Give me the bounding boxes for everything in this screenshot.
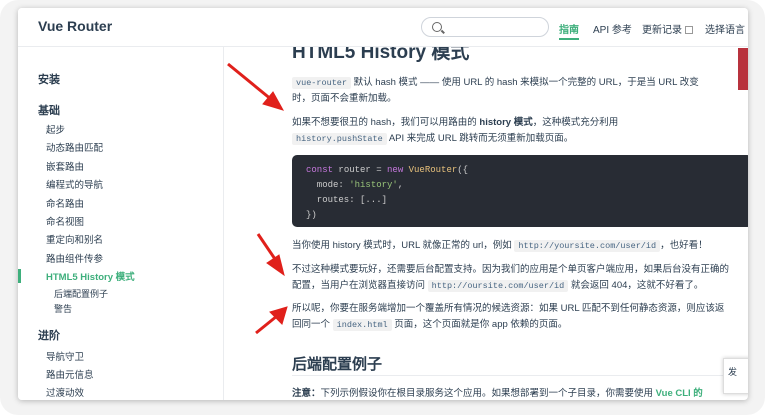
ad-banner[interactable] [738, 48, 748, 90]
heading-divider [292, 375, 748, 376]
sidebar-item[interactable]: 起步 [46, 122, 65, 136]
paragraph-3: 当你使用 history 模式时，URL 就像正常的 url，例如 http:/… [292, 238, 732, 254]
text: 回同一个 [292, 319, 333, 330]
sidebar-item[interactable]: 重定向和别名 [46, 232, 103, 246]
inline-code: http://yoursite.com/user/id [514, 240, 661, 252]
sidebar-item[interactable]: 路由元信息 [46, 367, 94, 381]
inline-code: vue-router [292, 77, 352, 89]
main-content: HTML5 History 模式 vue-router 默认 hash 模式 —… [224, 47, 748, 400]
sidebar-item[interactable]: 路由组件传参 [46, 251, 103, 265]
sidebar-active-indicator [18, 269, 21, 283]
code-line: mode: 'history', [306, 178, 738, 193]
section-heading: 后端配置例子 [292, 356, 383, 373]
sidebar: 安装 基础 起步 动态路由匹配 嵌套路由 编程式的导航 命名路由 命名视图 重定… [18, 47, 224, 400]
paragraph-4: 不过这种模式要玩好，还需要后台配置支持。因为我们的应用是个单页客户端应用，如果后… [292, 262, 732, 294]
sidebar-subitem[interactable]: 后端配置例子 [54, 287, 108, 300]
code-text: mode: [306, 180, 350, 190]
paragraph-5: 所以呢，你要在服务端增加一个覆盖所有情况的候选资源：如果 URL 匹配不到任何静… [292, 301, 732, 333]
sidebar-group-advanced[interactable]: 进阶 [38, 327, 60, 343]
sidebar-item[interactable]: 编程式的导航 [46, 177, 103, 191]
text: API 来完成 URL 跳转而无须重新加载页面。 [386, 133, 574, 144]
nav-changelog-label: 更新记录 [642, 25, 682, 36]
nav-changelog[interactable]: 更新记录 [642, 21, 693, 36]
sidebar-item[interactable]: 嵌套路由 [46, 159, 84, 173]
text: 配置，当用户在浏览器直接访问 [292, 280, 428, 291]
code-keyword: new [387, 165, 404, 175]
code-line: }) [306, 210, 317, 220]
code-text: router = [333, 165, 388, 175]
bold-text: 注意： [292, 388, 321, 399]
nav-language[interactable]: 选择语言 [705, 21, 745, 36]
text: ，这种模式充分利用 [532, 117, 619, 128]
code-line: const router = new VueRouter({ [306, 163, 738, 178]
paragraph-2: 如果不想要很丑的 hash，我们可以用路由的 history 模式，这种模式充分… [292, 115, 732, 147]
sidebar-item[interactable]: 过渡动效 [46, 385, 84, 399]
note-paragraph: 注意：下列示例假设你在根目录服务这个应用。如果想部署到一个子目录，你需要使用 V… [292, 386, 732, 400]
sidebar-item[interactable]: 动态路由匹配 [46, 140, 103, 154]
sidebar-item[interactable]: 命名路由 [46, 196, 84, 210]
bold-text: history 模式 [479, 117, 533, 128]
code-line: routes: [...] [306, 195, 388, 205]
sidebar-item-html5-history[interactable]: HTML5 History 模式 [46, 269, 135, 283]
floating-button[interactable]: 发 [723, 358, 748, 394]
code-class: VueRouter [403, 165, 458, 175]
text: ，也好看！ [660, 240, 708, 251]
code-string: 'history' [349, 180, 398, 190]
text: 就会返回 404，这就不好看了。 [568, 280, 704, 291]
search-icon [432, 22, 442, 32]
nav-active-underline [559, 38, 579, 40]
sidebar-group-install[interactable]: 安装 [38, 71, 60, 87]
nav-guide[interactable]: 指南 [559, 21, 579, 36]
text: 如果不想要很丑的 hash，我们可以用路由的 [292, 117, 480, 128]
nav-api[interactable]: API 参考 [593, 21, 632, 36]
paragraph-1: vue-router 默认 hash 模式 —— 使用 URL 的 hash 来… [292, 75, 732, 107]
sidebar-subitem[interactable]: 警告 [54, 302, 72, 315]
inline-code: history.pushState [292, 133, 387, 145]
inline-code: index.html [332, 319, 392, 331]
inline-code: http://oursite.com/user/id [427, 280, 569, 292]
external-link-icon [685, 26, 693, 35]
sidebar-item[interactable]: 导航守卫 [46, 349, 84, 363]
sidebar-item[interactable]: 命名视图 [46, 214, 84, 228]
code-block: const router = new VueRouter({ mode: 'hi… [292, 155, 748, 227]
text: 所以呢，你要在服务端增加一个覆盖所有情况的候选资源：如果 URL 匹配不到任何静… [292, 303, 725, 314]
browser-window: Vue Router 指南 API 参考 更新记录 选择语言 安装 基础 起步 … [18, 8, 748, 400]
text: 页面，这个页面就是你 app 依赖的页面。 [391, 319, 568, 330]
page-title: HTML5 History 模式 [292, 47, 470, 63]
text: 下列示例假设你在根目录服务这个应用。如果想部署到一个子目录，你需要使用 [320, 388, 656, 399]
vue-cli-link[interactable]: Vue CLI 的 [656, 388, 703, 399]
text: 默认 hash 模式 —— 使用 URL 的 hash 来模拟一个完整的 URL… [351, 77, 699, 88]
text: 当你使用 history 模式时，URL 就像正常的 url，例如 [292, 240, 515, 251]
text: 不过这种模式要玩好，还需要后台配置支持。因为我们的应用是个单页客户端应用，如果后… [292, 264, 730, 275]
site-logo[interactable]: Vue Router [38, 18, 112, 34]
top-navbar: Vue Router 指南 API 参考 更新记录 选择语言 [18, 8, 748, 47]
search-input[interactable] [421, 17, 549, 37]
sidebar-group-basics[interactable]: 基础 [38, 102, 60, 118]
code-text: , [397, 180, 404, 190]
text: 时，页面不会重新加载。 [292, 93, 397, 104]
code-text: ({ [457, 165, 469, 175]
code-keyword: const [306, 165, 334, 175]
